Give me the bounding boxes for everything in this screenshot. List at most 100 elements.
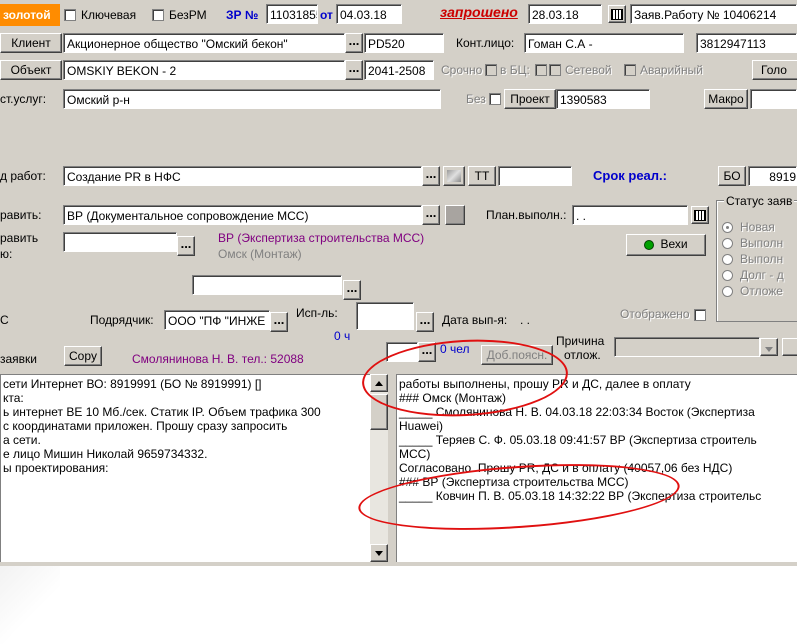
zr-label: ЗР № bbox=[226, 8, 259, 22]
service-field[interactable]: Омский р-н bbox=[63, 89, 441, 109]
object-button[interactable]: Объект bbox=[0, 60, 62, 80]
send-label: равить: bbox=[0, 208, 42, 222]
send-to-browse-button[interactable]: ... bbox=[177, 236, 195, 256]
right-memo-line: работы выполнены, прошу PR и ДС, далее в… bbox=[399, 377, 691, 391]
project-field[interactable]: 1390583 bbox=[556, 89, 650, 109]
left-memo-scrollbar[interactable] bbox=[370, 374, 388, 562]
phone-field[interactable]: 3812947113 bbox=[696, 33, 797, 53]
send-to-city: Омск (Монтаж) bbox=[218, 247, 302, 261]
hours-label: 0 ч bbox=[334, 329, 351, 343]
norm-checkbox[interactable] bbox=[152, 9, 164, 21]
bc-checkbox-1[interactable] bbox=[535, 64, 547, 76]
left-memo-line: кта: bbox=[3, 391, 24, 405]
status-option-4: Долг - д bbox=[740, 268, 784, 282]
status-radio-3[interactable] bbox=[722, 254, 733, 265]
bo-button[interactable]: БО bbox=[718, 166, 746, 186]
left-memo-line: ы проектирования: bbox=[3, 461, 109, 475]
calendar-icon bbox=[611, 9, 623, 20]
persons-label: 0 чел bbox=[440, 342, 470, 356]
contractor-label: Подрядчик: bbox=[90, 313, 154, 327]
macro-field[interactable] bbox=[750, 89, 797, 109]
application-field[interactable]: Заяв.Работу № 10406214 bbox=[630, 4, 797, 24]
copy-button[interactable]: Copy bbox=[64, 346, 102, 366]
left-memo-line: сети Интернет ВО: 8919991 (БО № 8919991)… bbox=[3, 377, 262, 391]
right-memo-line: Согласовано. Прошу PR, ДС и в оплату (40… bbox=[399, 461, 733, 475]
executor-browse-button[interactable]: ... bbox=[416, 312, 434, 332]
bo-field[interactable]: 8919 bbox=[748, 166, 797, 186]
reason-field[interactable] bbox=[614, 337, 760, 357]
tt-field[interactable] bbox=[498, 166, 572, 186]
project-button[interactable]: Проект bbox=[504, 89, 556, 109]
send-extra-button[interactable] bbox=[445, 205, 465, 225]
object-name-field[interactable]: OMSKIY BEKON - 2 bbox=[63, 60, 345, 80]
requested-date-field[interactable]: 28.03.18 bbox=[528, 4, 602, 24]
tt-button[interactable]: ТТ bbox=[468, 166, 496, 186]
gold-tag: золотой bbox=[0, 4, 60, 26]
contact-field[interactable]: Гоман С.А - bbox=[524, 33, 684, 53]
from-label: от bbox=[320, 8, 333, 22]
from-date-field[interactable]: 04.03.18 bbox=[336, 4, 402, 24]
object-browse-button[interactable]: ... bbox=[345, 60, 363, 80]
key-label: Ключевая bbox=[81, 8, 137, 22]
shown-checkbox[interactable] bbox=[694, 309, 706, 321]
client-button[interactable]: Клиент bbox=[0, 33, 62, 53]
requested-label: запрошено bbox=[440, 4, 518, 20]
executor-field[interactable] bbox=[356, 302, 414, 330]
without-checkbox[interactable] bbox=[489, 93, 501, 105]
extra-field[interactable] bbox=[192, 275, 342, 295]
far-right-button[interactable] bbox=[782, 338, 797, 356]
request-form-window: золотой Ключевая БезРМ ЗР № 11031855 от … bbox=[0, 0, 797, 566]
send-to-dept: ВР (Экспертиза строительства МСС) bbox=[218, 231, 425, 245]
network-label: Сетевой bbox=[565, 63, 612, 77]
scroll-up-button[interactable] bbox=[370, 374, 388, 392]
urgent-checkbox[interactable] bbox=[485, 64, 497, 76]
right-memo[interactable]: работы выполнены, прошу PR и ДС, далее в… bbox=[396, 374, 797, 562]
scroll-thumb[interactable] bbox=[370, 394, 388, 430]
milestones-button[interactable]: Вехи bbox=[626, 234, 706, 256]
macro-button[interactable]: Макро bbox=[704, 89, 748, 109]
client-browse-button[interactable]: ... bbox=[345, 33, 363, 53]
client-code-field[interactable]: PD520 bbox=[364, 33, 444, 53]
right-memo-line: Huawei) bbox=[399, 419, 444, 433]
object-code-field[interactable]: 2041-2508 bbox=[364, 60, 434, 80]
head-button[interactable]: Голо bbox=[752, 60, 797, 80]
wand-button[interactable] bbox=[443, 166, 465, 186]
send-to-field[interactable] bbox=[63, 232, 177, 252]
work-type-field[interactable]: Создание PR в НФС bbox=[63, 166, 422, 186]
zr-number-field[interactable]: 11031855 bbox=[266, 4, 318, 24]
plan-calendar-button[interactable] bbox=[691, 206, 709, 224]
plan-field[interactable]: . . bbox=[572, 205, 688, 225]
milestones-label: Вехи bbox=[660, 237, 688, 251]
persons-browse-button[interactable]: ... bbox=[418, 342, 436, 362]
send-browse-button[interactable]: ... bbox=[422, 205, 440, 225]
status-radio-4[interactable] bbox=[722, 270, 733, 281]
left-memo[interactable]: сети Интернет ВО: 8919991 (БО № 8919991)… bbox=[0, 374, 370, 562]
contractor-field[interactable]: ООО "ПФ "ИНЖЕ bbox=[164, 310, 270, 330]
left-memo-line: с координатами приложен. Прошу сразу зап… bbox=[3, 419, 288, 433]
chevron-down-icon bbox=[375, 551, 383, 556]
page-shadow bbox=[0, 566, 60, 644]
work-type-browse-button[interactable]: ... bbox=[422, 166, 440, 186]
extra-browse-button[interactable]: ... bbox=[343, 280, 361, 300]
chevron-down-icon bbox=[765, 347, 773, 352]
key-checkbox[interactable] bbox=[64, 9, 76, 21]
norm-label: БезРМ bbox=[169, 8, 207, 22]
status-radio-5[interactable] bbox=[722, 286, 733, 297]
right-memo-line: ### Омск (Монтаж) bbox=[399, 391, 507, 405]
send-to-label-2: ю: bbox=[0, 247, 13, 261]
bc-checkbox-2[interactable] bbox=[549, 64, 561, 76]
persons-field[interactable] bbox=[386, 342, 418, 362]
wand-icon bbox=[447, 170, 461, 182]
scroll-down-button[interactable] bbox=[370, 544, 388, 562]
contractor-left-label: С bbox=[0, 313, 9, 327]
status-radio-2[interactable] bbox=[722, 238, 733, 249]
add-note-button[interactable]: Доб.поясн. bbox=[481, 345, 553, 365]
reason-dropdown-button[interactable] bbox=[760, 338, 778, 356]
right-memo-line: ### ВР (Экспертиза строительства МСС) bbox=[399, 475, 629, 489]
network-checkbox[interactable] bbox=[624, 64, 636, 76]
contractor-browse-button[interactable]: ... bbox=[270, 312, 288, 332]
status-radio-1[interactable] bbox=[722, 222, 733, 233]
client-name-field[interactable]: Акционерное общество "Омский бекон" bbox=[63, 33, 345, 53]
send-field[interactable]: ВР (Документальное сопровождение МСС) bbox=[63, 205, 422, 225]
calendar-button[interactable] bbox=[608, 5, 626, 23]
